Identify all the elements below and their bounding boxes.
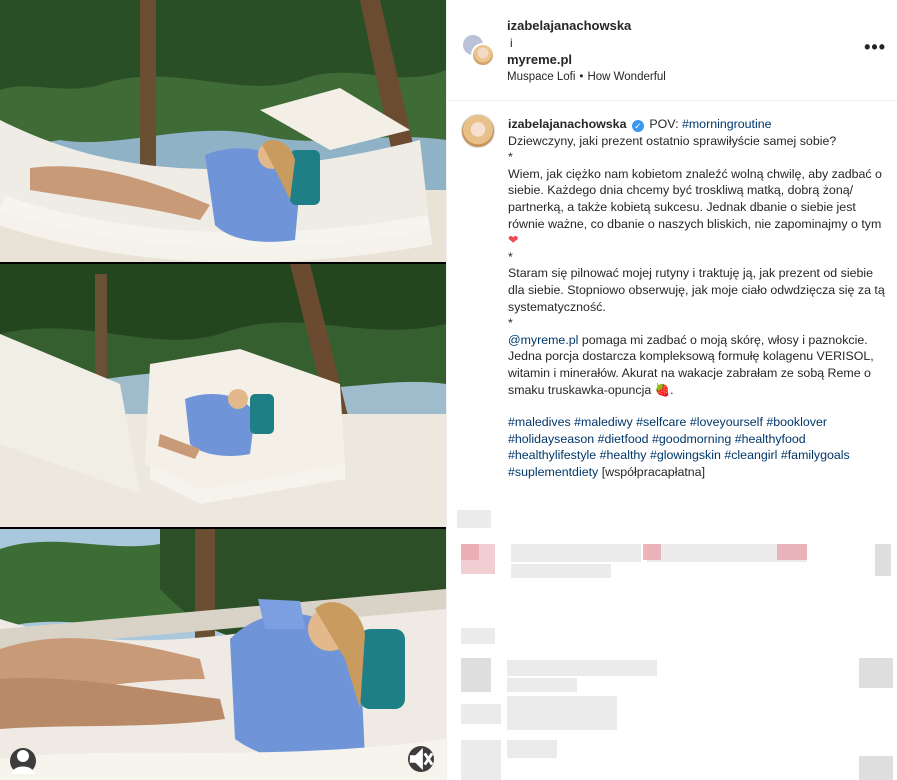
- caption-separator: *: [508, 150, 513, 165]
- blurred-block: [507, 678, 577, 692]
- avatar[interactable]: [461, 114, 495, 148]
- audio-title: How Wonderful: [587, 71, 666, 83]
- blurred-block: [507, 696, 617, 730]
- caption-text: izabelajanachowska ✓ POV: #morningroutin…: [508, 116, 888, 480]
- user-tag-icon[interactable]: [10, 748, 36, 774]
- hashtag-link[interactable]: #healthy: [600, 448, 647, 462]
- blurred-comments: [447, 478, 897, 780]
- caption-separator: *: [508, 316, 513, 331]
- blurred-block: [461, 628, 495, 644]
- hashtag-block: #maledives #malediwy #selfcare #loveyour…: [508, 414, 888, 480]
- audio-attribution[interactable]: Muspace Lofi • How Wonderful: [507, 71, 666, 83]
- blurred-block: [457, 510, 491, 528]
- hashtag-link[interactable]: #healthylifestyle: [508, 448, 596, 462]
- post-media[interactable]: [0, 0, 446, 780]
- hashtag-link[interactable]: #malediwy: [574, 415, 633, 429]
- hashtag-link[interactable]: #loveyourself: [690, 415, 763, 429]
- blurred-block: [875, 544, 891, 576]
- blurred-block: [511, 544, 641, 562]
- caption-line: Dziewczyny, jaki prezent ostatnio sprawi…: [508, 133, 837, 148]
- blurred-block: [859, 658, 893, 688]
- hashtag-link[interactable]: #holidayseason: [508, 432, 594, 446]
- caption-paragraph: Wiem, jak ciężko nam kobietom znaleźć wo…: [508, 166, 882, 231]
- hashtag-link[interactable]: #morningroutine: [682, 117, 772, 131]
- blurred-block: [461, 658, 491, 692]
- post-header: izabelajanachowska i myreme.pl Muspace L…: [447, 0, 897, 101]
- video-frame-3: [0, 529, 446, 780]
- more-options-icon[interactable]: •••: [864, 38, 886, 56]
- post-side-panel: izabelajanachowska i myreme.pl Muspace L…: [446, 0, 897, 780]
- caption-username[interactable]: izabelajanachowska: [508, 117, 626, 131]
- blurred-block: [511, 564, 611, 578]
- caption-paragraph: Staram się pilnować mojej rutyny i trakt…: [508, 266, 885, 314]
- hashtag-link[interactable]: #cleangirl: [724, 448, 777, 462]
- blurred-block: [461, 704, 501, 724]
- blurred-block: [507, 660, 597, 676]
- audio-artist: Muspace Lofi: [507, 71, 576, 83]
- hashtag-link[interactable]: #familygoals: [781, 448, 850, 462]
- strawberry-emoji: 🍓: [654, 382, 671, 397]
- hashtag-link[interactable]: #suplementdiety: [508, 465, 598, 479]
- hashtag-link[interactable]: #goodmorning: [652, 432, 731, 446]
- video-frame-1: [0, 0, 446, 262]
- blurred-block: [643, 544, 661, 560]
- blurred-block: [507, 740, 557, 758]
- hashtag-link[interactable]: #maledives: [508, 415, 571, 429]
- caption-period: .: [670, 382, 674, 397]
- blurred-block: [461, 544, 479, 560]
- mention-link[interactable]: @myreme.pl: [508, 333, 578, 347]
- collab-avatars[interactable]: [461, 33, 495, 67]
- hashtag-link[interactable]: #dietfood: [598, 432, 649, 446]
- hashtag-link[interactable]: #glowingskin: [650, 448, 721, 462]
- avatar: [471, 43, 495, 67]
- hashtag-link[interactable]: #booklover: [766, 415, 827, 429]
- hashtag-link[interactable]: #selfcare: [636, 415, 686, 429]
- caption-separator: *: [508, 249, 513, 264]
- blurred-block: [777, 544, 807, 560]
- hashtag-link[interactable]: #healthyfood: [735, 432, 806, 446]
- blurred-block: [461, 740, 501, 780]
- video-frame-2: [0, 264, 446, 527]
- speaker-muted-icon[interactable]: [408, 746, 434, 772]
- blurred-block: [597, 660, 657, 676]
- collab-conjunction: i: [510, 36, 513, 50]
- blurred-block: [859, 756, 893, 780]
- caption-lead: POV:: [649, 117, 682, 131]
- verified-badge-icon: ✓: [631, 120, 644, 132]
- author-username[interactable]: izabelajanachowska: [507, 18, 631, 33]
- collab-username[interactable]: myreme.pl: [507, 52, 572, 67]
- paid-partnership-label: [współpracapłatna]: [601, 464, 706, 479]
- audio-separator: •: [579, 71, 584, 83]
- red-heart-emoji: ❤: [508, 233, 519, 248]
